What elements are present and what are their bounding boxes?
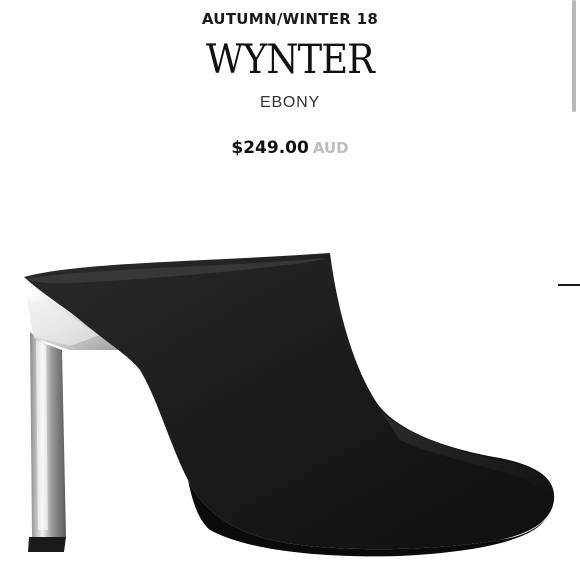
product-title: WYNTER [206, 37, 375, 83]
scrollbar[interactable] [572, 0, 576, 112]
heel-stem [30, 332, 66, 537]
shoe-upper [24, 253, 555, 550]
product-page: AUTUMN/WINTER 18 WYNTER EBONY $249.00 AUD [0, 0, 580, 580]
product-image[interactable] [0, 240, 580, 570]
price-currency: AUD [312, 139, 349, 157]
carousel-indicator[interactable] [558, 284, 580, 286]
price-amount: $249.00 [231, 138, 309, 158]
product-colour: EBONY [259, 94, 320, 111]
heel-tip [28, 537, 66, 552]
price-row: $249.00 AUD [0, 138, 580, 158]
collection-label: AUTUMN/WINTER 18 [201, 10, 379, 28]
